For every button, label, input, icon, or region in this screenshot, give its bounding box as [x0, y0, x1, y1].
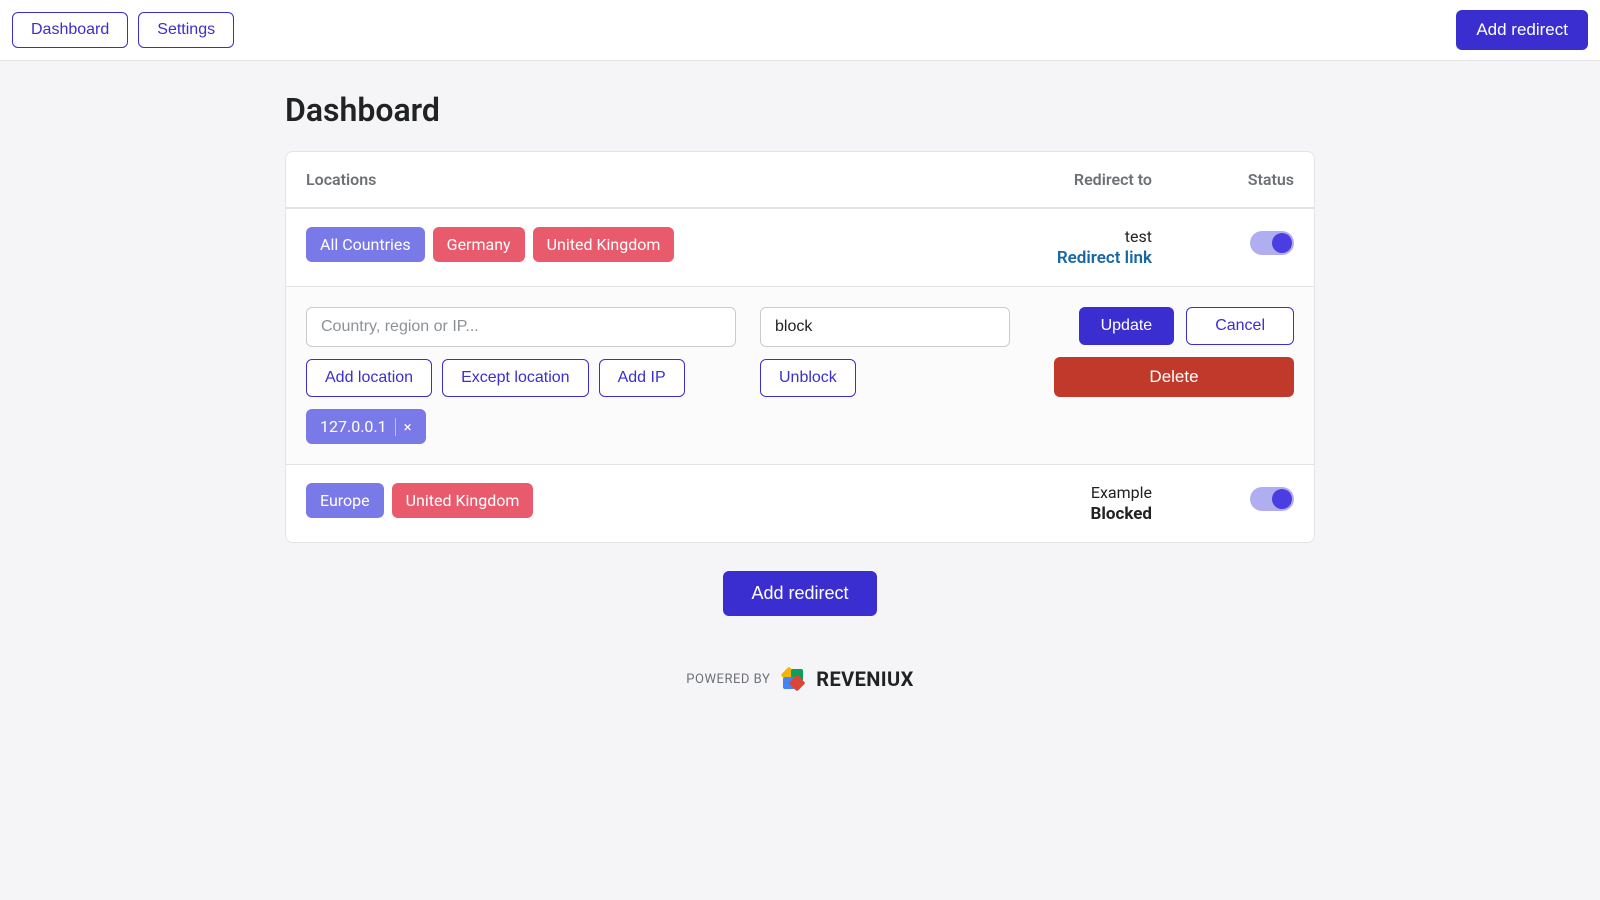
location-tag[interactable]: Germany: [433, 227, 525, 262]
nav-dashboard-button[interactable]: Dashboard: [12, 12, 128, 48]
column-header-redirect: Redirect to: [832, 170, 1152, 189]
redirect-status: Blocked: [832, 504, 1152, 524]
editor-row: Add location Except location Add IP 127.…: [286, 286, 1314, 464]
ip-chip-list: 127.0.0.1 ×: [306, 409, 426, 444]
location-actions: Add location Except location Add IP: [306, 359, 685, 397]
unblock-button[interactable]: Unblock: [760, 359, 856, 397]
redirect-cell: Example Blocked: [832, 483, 1152, 524]
location-tags: All Countries Germany United Kingdom: [306, 227, 820, 262]
location-tag[interactable]: All Countries: [306, 227, 425, 262]
page-title: Dashboard: [285, 91, 1315, 129]
brand-logo-icon: [780, 666, 806, 692]
update-cancel-row: Update Cancel: [1034, 307, 1294, 345]
close-icon[interactable]: ×: [395, 418, 412, 436]
action-buttons: Unblock: [760, 359, 856, 397]
location-tag[interactable]: Europe: [306, 483, 384, 518]
table-header: Locations Redirect to Status: [286, 152, 1314, 208]
redirect-link[interactable]: Redirect link: [832, 248, 1152, 268]
status-cell: [1164, 227, 1294, 259]
status-toggle[interactable]: [1250, 231, 1294, 255]
main-content: Dashboard Locations Redirect to Status A…: [265, 91, 1335, 692]
ip-chip[interactable]: 127.0.0.1 ×: [306, 409, 426, 444]
update-button[interactable]: Update: [1079, 307, 1175, 345]
editor-right-col: Update Cancel Delete: [1034, 307, 1294, 444]
cancel-button[interactable]: Cancel: [1186, 307, 1294, 345]
location-tag[interactable]: United Kingdom: [392, 483, 534, 518]
add-redirect-top-button[interactable]: Add redirect: [1456, 10, 1588, 50]
redirect-title: test: [832, 227, 1152, 246]
delete-button[interactable]: Delete: [1054, 357, 1294, 397]
status-cell: [1164, 483, 1294, 515]
add-redirect-button[interactable]: Add redirect: [723, 571, 876, 616]
column-header-status: Status: [1164, 170, 1294, 189]
redirect-cell: test Redirect link: [832, 227, 1152, 268]
redirect-title: Example: [832, 483, 1152, 502]
table-row[interactable]: All Countries Germany United Kingdom tes…: [286, 208, 1314, 286]
column-header-locations: Locations: [306, 170, 820, 189]
add-ip-button[interactable]: Add IP: [599, 359, 685, 397]
topbar-nav: Dashboard Settings: [12, 12, 234, 48]
footer: POWERED BY REVENIUX: [285, 666, 1315, 692]
ip-chip-label: 127.0.0.1: [320, 417, 387, 436]
location-tags: Europe United Kingdom: [306, 483, 820, 518]
nav-settings-button[interactable]: Settings: [138, 12, 234, 48]
location-input[interactable]: [306, 307, 736, 347]
powered-by-label: POWERED BY: [686, 672, 770, 687]
editor-action-col: Unblock: [760, 307, 1010, 444]
except-location-button[interactable]: Except location: [442, 359, 589, 397]
editor-locations-col: Add location Except location Add IP 127.…: [306, 307, 736, 444]
bottom-cta: Add redirect: [285, 571, 1315, 616]
status-toggle[interactable]: [1250, 487, 1294, 511]
action-input[interactable]: [760, 307, 1010, 347]
topbar: Dashboard Settings Add redirect: [0, 0, 1600, 61]
add-location-button[interactable]: Add location: [306, 359, 432, 397]
brand-name: REVENIUX: [816, 667, 913, 691]
location-tag[interactable]: United Kingdom: [533, 227, 675, 262]
redirects-card: Locations Redirect to Status All Countri…: [285, 151, 1315, 543]
table-row[interactable]: Europe United Kingdom Example Blocked: [286, 464, 1314, 542]
